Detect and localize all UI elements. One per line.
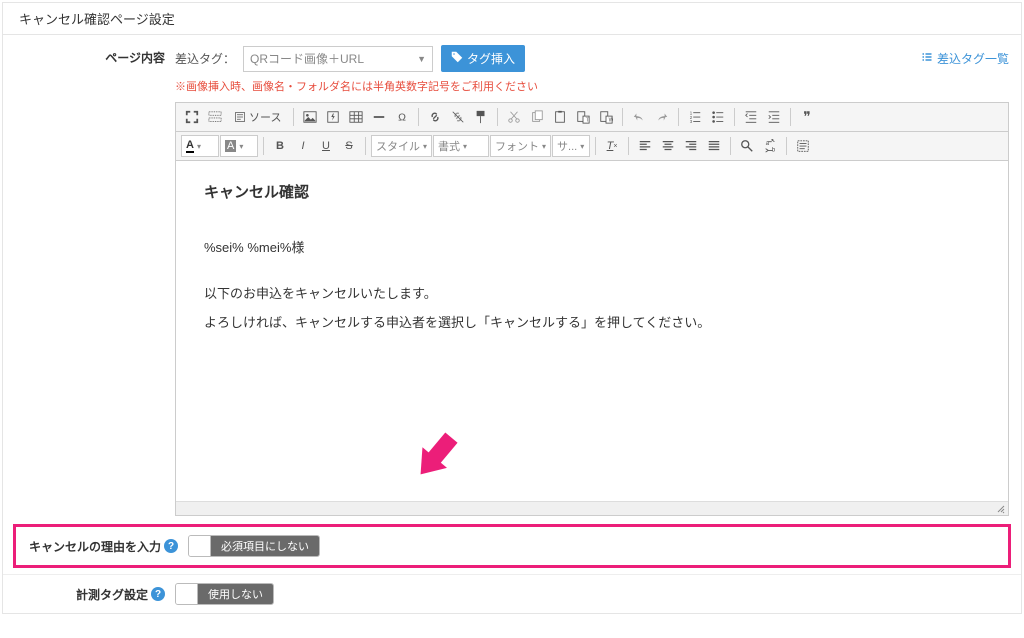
toggle-knob [189, 536, 211, 556]
blockquote-icon[interactable]: ❞ [796, 106, 818, 128]
paste-word-icon[interactable]: W [595, 106, 617, 128]
tag-list-link[interactable]: 差込タグ一覧 [921, 50, 1009, 67]
source-button[interactable]: ソース [227, 106, 288, 128]
insert-tag-button[interactable]: タグ挿入 [441, 45, 525, 72]
align-center-icon[interactable] [657, 135, 679, 157]
font-select[interactable]: フォント▾ [490, 135, 551, 157]
strike-icon[interactable]: S [338, 135, 360, 157]
hr-icon[interactable] [368, 106, 390, 128]
editor-footer [176, 501, 1008, 515]
editor-content-area[interactable]: キャンセル確認 %sei% %mei%様 以下のお申込をキャンセルいたします。 … [176, 161, 1008, 501]
page-content-body: 差込タグ： QRコード画像＋URL ▼ タグ挿入 差込タグ一覧 [175, 45, 1009, 516]
highlight-annotation: キャンセルの理由を入力 ? 必須項目にしない [13, 524, 1011, 568]
italic-icon[interactable]: I [292, 135, 314, 157]
style-select[interactable]: スタイル▾ [371, 135, 432, 157]
rich-text-editor: ソース Ω [175, 102, 1009, 516]
bold-icon[interactable]: B [269, 135, 291, 157]
svg-text:❞: ❞ [804, 110, 812, 124]
list-icon [921, 51, 933, 66]
select-all-icon[interactable] [792, 135, 814, 157]
tag-list-link-label: 差込タグ一覧 [937, 50, 1009, 67]
paste-icon[interactable] [549, 106, 571, 128]
content-title: キャンセル確認 [204, 179, 980, 208]
find-icon[interactable] [736, 135, 758, 157]
align-justify-icon[interactable] [703, 135, 725, 157]
settings-panel: キャンセル確認ページ設定 ページ内容 差込タグ： QRコード画像＋URL ▼ タ… [2, 2, 1022, 614]
svg-text:a: a [766, 140, 770, 147]
remove-format-icon[interactable]: T× [601, 135, 623, 157]
table-icon[interactable] [345, 106, 367, 128]
editor-toolbar-row1: ソース Ω [176, 103, 1008, 132]
replace-icon[interactable]: ab [759, 135, 781, 157]
blocks-icon[interactable] [204, 106, 226, 128]
redo-icon[interactable] [651, 106, 673, 128]
outdent-icon[interactable] [740, 106, 762, 128]
svg-text:b: b [772, 146, 776, 153]
svg-text:3: 3 [690, 119, 693, 124]
content-line2: よろしければ、キャンセルする申込者を選択し「キャンセルする」を押してください。 [204, 311, 980, 336]
toggle-knob [176, 584, 198, 604]
size-select[interactable]: サ...▾ [552, 135, 590, 157]
cancel-reason-label: キャンセルの理由を入力 ? [28, 538, 188, 555]
tracking-toggle[interactable]: 使用しない [175, 583, 274, 605]
resize-handle-icon[interactable] [996, 503, 1006, 513]
paste-text-icon[interactable]: T [572, 106, 594, 128]
insert-tag-label: タグ挿入 [467, 50, 515, 67]
cut-icon[interactable] [503, 106, 525, 128]
tag-label: 差込タグ： [175, 50, 235, 67]
panel-header: キャンセル確認ページ設定 [3, 3, 1021, 35]
panel-title: キャンセル確認ページ設定 [19, 9, 175, 28]
align-left-icon[interactable] [634, 135, 656, 157]
text-color-select[interactable]: A▾ [181, 135, 219, 157]
cancel-reason-toggle-label: 必須項目にしない [211, 536, 319, 556]
cancel-reason-toggle[interactable]: 必須項目にしない [188, 535, 320, 557]
copy-icon[interactable] [526, 106, 548, 128]
page-content-label: ページ内容 [15, 45, 175, 66]
tracking-toggle-label: 使用しない [198, 584, 273, 604]
maximize-icon[interactable] [181, 106, 203, 128]
svg-text:Ω: Ω [399, 112, 407, 124]
indent-icon[interactable] [763, 106, 785, 128]
tracking-tag-label: 計測タグ設定 ? [15, 586, 175, 603]
content-vars: %sei% %mei%様 [204, 236, 980, 261]
image-icon[interactable] [299, 106, 321, 128]
content-line1: 以下のお申込をキャンセルいたします。 [204, 282, 980, 307]
tag-icon [451, 51, 463, 66]
underline-icon[interactable]: U [315, 135, 337, 157]
image-warning-text: ※画像挿入時、画像名・フォルダ名には半角英数字記号をご利用ください [175, 78, 1009, 94]
tag-select-value: QRコード画像＋URL [250, 50, 364, 67]
page-content-row: ページ内容 差込タグ： QRコード画像＋URL ▼ タグ挿入 [3, 35, 1021, 522]
special-char-icon[interactable]: Ω [391, 106, 413, 128]
unlink-icon[interactable] [447, 106, 469, 128]
caret-down-icon: ▼ [417, 54, 426, 64]
tag-insert-row: 差込タグ： QRコード画像＋URL ▼ タグ挿入 差込タグ一覧 [175, 45, 1009, 72]
editor-toolbar-row2: A▾ A▾ B I U S スタイル▾ 書式▾ フォント▾ [176, 132, 1008, 161]
tracking-tag-row: 計測タグ設定 ? 使用しない [3, 574, 1021, 613]
arrow-annotation-icon [406, 426, 466, 495]
help-icon[interactable]: ? [151, 587, 165, 601]
help-icon[interactable]: ? [164, 539, 178, 553]
bullet-list-icon[interactable] [707, 106, 729, 128]
cancel-reason-row: キャンセルの理由を入力 ? 必須項目にしない [16, 527, 1000, 565]
bg-color-select[interactable]: A▾ [220, 135, 258, 157]
svg-text:W: W [609, 117, 613, 123]
format-select[interactable]: 書式▾ [433, 135, 489, 157]
flash-icon[interactable] [322, 106, 344, 128]
link-icon[interactable] [424, 106, 446, 128]
align-right-icon[interactable] [680, 135, 702, 157]
undo-icon[interactable] [628, 106, 650, 128]
tag-select[interactable]: QRコード画像＋URL ▼ [243, 46, 433, 72]
anchor-icon[interactable] [470, 106, 492, 128]
numbered-list-icon[interactable]: 123 [684, 106, 706, 128]
